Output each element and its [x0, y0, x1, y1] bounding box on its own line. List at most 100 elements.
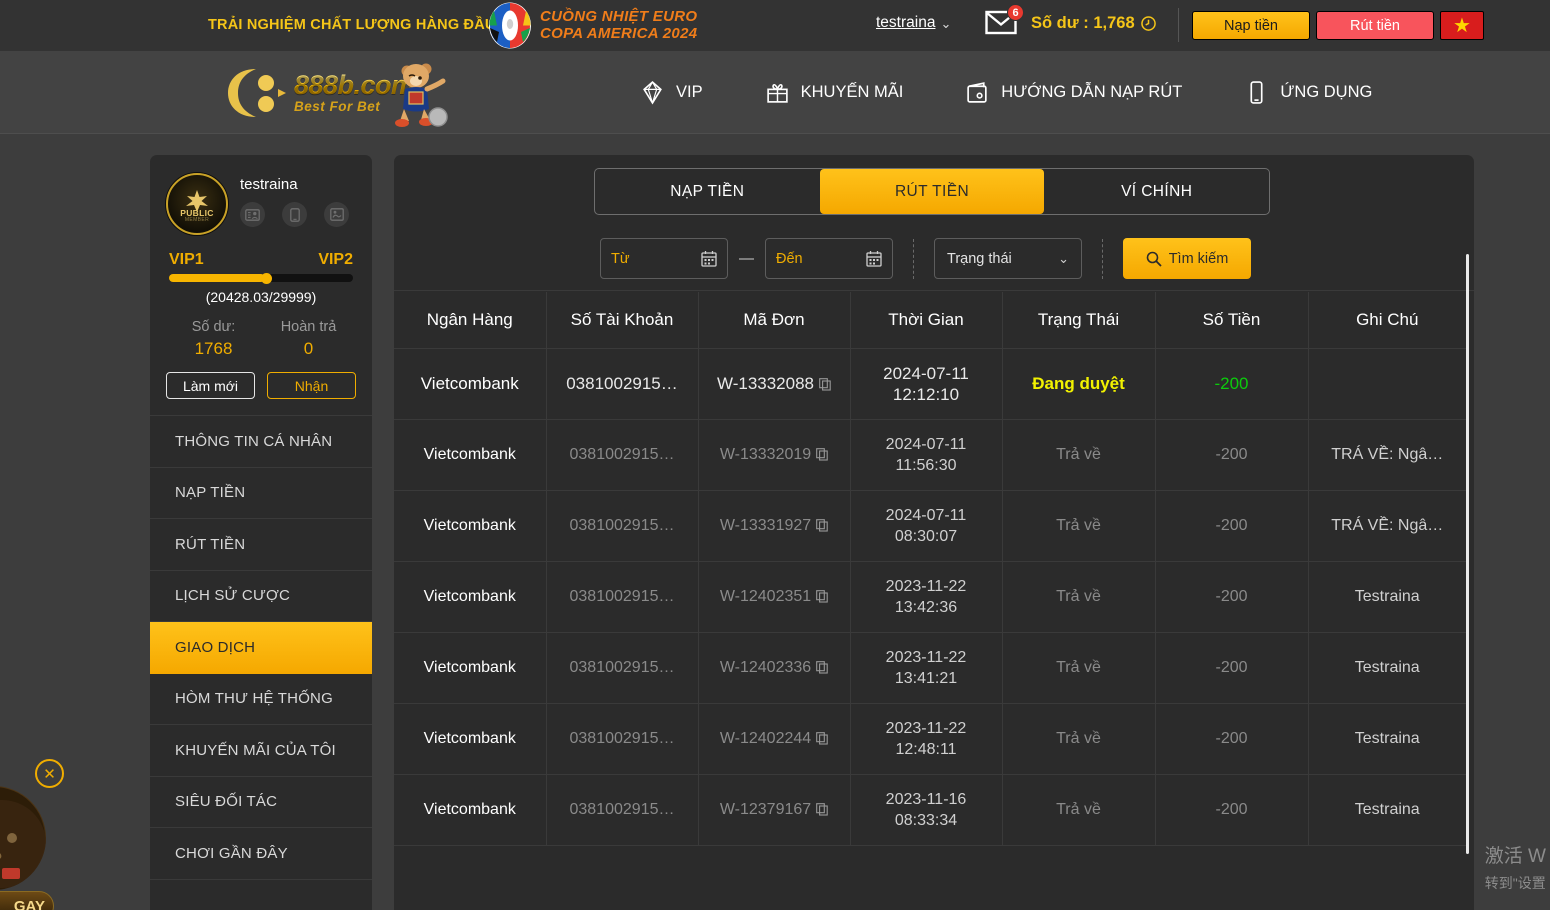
- refresh-icon[interactable]: [1140, 16, 1156, 31]
- table-header-row: Ngân Hàng Số Tài Khoản Mã Đơn Thời Gian …: [394, 292, 1466, 349]
- sidebar-item-label: LỊCH SỬ CƯỢC: [175, 587, 291, 605]
- sidebar-item-label: GIAO DỊCH: [175, 639, 256, 657]
- chevron-down-icon: ⌄: [1058, 250, 1069, 266]
- nav-item-vip[interactable]: VIP: [640, 80, 703, 105]
- claim-rebate-button[interactable]: Nhận: [267, 372, 356, 399]
- copy-icon[interactable]: [819, 377, 831, 391]
- sidebar-item-withdraw[interactable]: RÚT TIỀN: [150, 519, 372, 571]
- deposit-button[interactable]: Nạp tiền: [1192, 11, 1310, 40]
- cell-order: W-12402351: [698, 561, 851, 633]
- col-note: Ghi Chú: [1308, 292, 1466, 349]
- profile-actions: Làm mới Nhận: [166, 372, 356, 399]
- close-promo-button[interactable]: ✕: [35, 759, 64, 788]
- tab-deposit[interactable]: NẠP TIỀN: [595, 169, 820, 214]
- table-row: Vietcombank 0381002915… W-12402336 2023-11-…: [394, 632, 1466, 704]
- nav-items: VIP KHUYẾN MÃI HƯỚNG DẪN NẠP RÚT ỨNG DỤN…: [640, 51, 1372, 134]
- sidebar-item-transactions[interactable]: GIAO DỊCH: [150, 622, 372, 674]
- phone-verify-badge[interactable]: [282, 202, 307, 227]
- verification-badges: [240, 202, 349, 227]
- date-from-input[interactable]: Từ: [600, 238, 728, 279]
- cell-order: W-12379167: [698, 774, 851, 846]
- sidebar-item-personal-info[interactable]: THÔNG TIN CÁ NHÂN: [150, 416, 372, 468]
- transactions-table: Ngân Hàng Số Tài Khoản Mã Đơn Thời Gian …: [394, 292, 1466, 846]
- cell-account: 0381002915…: [546, 348, 699, 420]
- cell-note: Testraina: [1308, 632, 1466, 704]
- content-scrollbar[interactable]: [1466, 254, 1469, 854]
- sidebar-item-recent-games[interactable]: CHƠI GẦN ĐÂY: [150, 828, 372, 880]
- sidebar-item-inbox[interactable]: HÒM THƯ HỆ THỐNG: [150, 674, 372, 725]
- cell-account: 0381002915…: [546, 561, 699, 633]
- floating-promo[interactable]: GAY: [0, 786, 62, 910]
- sidebar-item-label: KHUYẾN MÃI CỦA TÔI: [175, 741, 336, 759]
- sidebar-item-label: CHƠI GẦN ĐÂY: [175, 844, 288, 862]
- language-flag-button[interactable]: ★: [1440, 11, 1484, 40]
- nav-item-app[interactable]: ỨNG DỤNG: [1244, 80, 1372, 105]
- filter-separator: [1102, 238, 1103, 279]
- vip-progress-fill: [169, 274, 265, 282]
- bank-verify-badge[interactable]: [324, 202, 349, 227]
- cell-account: 0381002915…: [546, 490, 699, 562]
- cell-bank: Vietcombank: [394, 703, 547, 775]
- withdraw-button[interactable]: Rút tiền: [1316, 11, 1434, 40]
- calendar-icon: [701, 251, 717, 267]
- cell-account: 0381002915…: [546, 774, 699, 846]
- profile-username: testraina: [240, 176, 298, 193]
- id-verify-badge[interactable]: [240, 202, 265, 227]
- mobile-icon: [1250, 81, 1263, 104]
- tab-withdraw[interactable]: RÚT TIỀN: [819, 169, 1045, 214]
- euro-cup-logo-icon: [489, 2, 531, 49]
- copy-icon[interactable]: [816, 660, 828, 674]
- copy-icon[interactable]: [816, 802, 828, 816]
- cell-note: [1308, 348, 1466, 420]
- date-to-input[interactable]: Đến: [765, 238, 893, 279]
- stat-label: Hoàn trả: [280, 319, 337, 335]
- diamond-icon: [643, 80, 662, 105]
- cell-bank: Vietcombank: [394, 774, 547, 846]
- vip-next: VIP2: [318, 251, 353, 268]
- nav-item-deposit-guide[interactable]: HƯỚNG DẪN NẠP RÚT: [965, 80, 1182, 105]
- vip-range: VIP1 VIP2: [166, 251, 356, 269]
- copy-icon[interactable]: [816, 447, 828, 461]
- nav-label: VIP: [676, 83, 703, 101]
- sidebar-item-bet-history[interactable]: LỊCH SỬ CƯỢC: [150, 571, 372, 622]
- cell-note: TRÁ VỀ: Ngâ…: [1308, 490, 1466, 562]
- cell-bank: Vietcombank: [394, 490, 547, 562]
- stat-value: 0: [303, 339, 314, 358]
- cell-note: Testraina: [1308, 561, 1466, 633]
- stat-rebate: Hoàn trả 0: [261, 319, 356, 359]
- cell-order: W-12402336: [698, 632, 851, 704]
- sidebar-item-super-partner[interactable]: SIÊU ĐỐI TÁC: [150, 777, 372, 828]
- copy-icon[interactable]: [816, 589, 828, 603]
- brand-logo[interactable]: 888b.com Best For Bet: [222, 59, 448, 127]
- cell-order: W-13332019: [698, 419, 851, 491]
- moon-logo-icon: [228, 69, 286, 117]
- transaction-tabs: NẠP TIỀN RÚT TIỀN VÍ CHÍNH: [594, 168, 1270, 215]
- search-button[interactable]: Tìm kiếm: [1123, 238, 1251, 279]
- avatar[interactable]: PUBLIC MEMBER: [166, 173, 228, 235]
- promo-cta-button[interactable]: GAY: [0, 891, 54, 910]
- mascot-bear-icon: [395, 63, 448, 127]
- status-select[interactable]: Trạng thái ⌄: [934, 238, 1082, 279]
- app-root: TRẢI NGHIỆM CHẤT LƯỢNG HÀNG ĐẦU ! CUỒNG …: [0, 0, 1550, 910]
- cell-time: 2023-11-22 12:48:11: [850, 703, 1003, 775]
- refresh-balance-button[interactable]: Làm mới: [166, 372, 255, 399]
- cell-status: Đang duyệt: [1002, 348, 1156, 420]
- copy-icon[interactable]: [816, 731, 828, 745]
- sidebar-item-deposit[interactable]: NẠP TIỀN: [150, 468, 372, 519]
- cell-order: W-13331927: [698, 490, 851, 562]
- status-select-value: Trạng thái: [947, 250, 1012, 267]
- user-menu[interactable]: testraina ⌄: [876, 14, 951, 32]
- copy-icon[interactable]: [816, 518, 828, 532]
- table-row: Vietcombank 0381002915… W-12379167 2023-11-…: [394, 774, 1466, 846]
- mailbox-button[interactable]: 6: [985, 4, 1024, 40]
- tab-main-wallet[interactable]: VÍ CHÍNH: [1044, 169, 1269, 214]
- date-from-placeholder: Từ: [611, 250, 630, 267]
- status-badge: Trả về: [1056, 729, 1101, 747]
- cell-status: Trả về: [1002, 774, 1156, 846]
- cell-account: 0381002915…: [546, 703, 699, 775]
- nav-item-promotions[interactable]: KHUYẾN MÃI: [765, 80, 903, 105]
- sidebar-item-my-promotions[interactable]: KHUYẾN MÃI CỦA TÔI: [150, 725, 372, 777]
- cell-amount: -200: [1155, 774, 1309, 846]
- bank-card-icon: [329, 208, 344, 221]
- prize-wheel-icon: [0, 786, 46, 890]
